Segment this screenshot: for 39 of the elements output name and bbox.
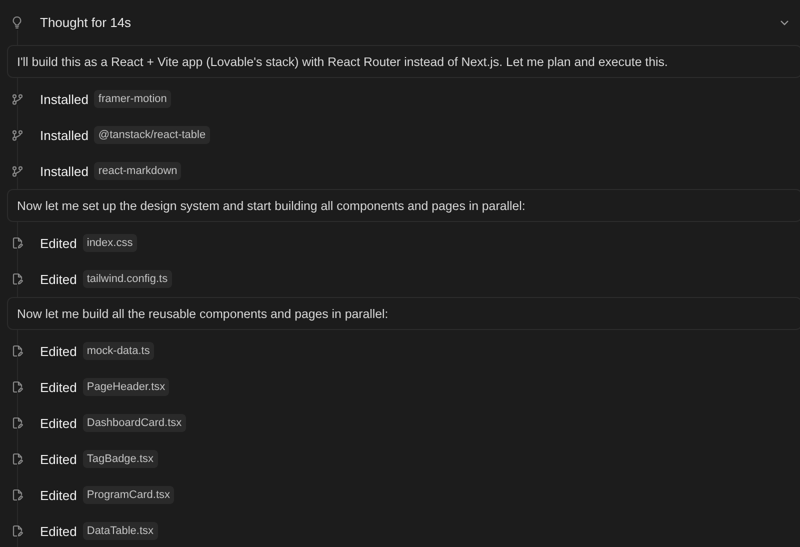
file-edit-icon — [12, 345, 23, 357]
step-label: Edited — [40, 452, 77, 466]
branch-icon — [12, 130, 23, 140]
lightbulb-icon — [12, 16, 22, 29]
file-chip[interactable]: @tanstack/react-table — [94, 126, 210, 144]
thought-toggle[interactable]: Thought for 14s — [40, 15, 132, 30]
file-edit-icon — [12, 273, 23, 285]
file-edit-icon — [12, 489, 23, 501]
file-edit-icon — [12, 453, 23, 465]
step-label: Installed — [40, 164, 88, 178]
file-edit-icon — [12, 381, 23, 393]
message-text: Now let me build all the reusable components and pages in parallel: — [17, 306, 388, 320]
file-chip[interactable]: DataTable.tsx — [82, 522, 158, 540]
file-chip[interactable]: framer-motion — [94, 90, 171, 108]
file-chip[interactable]: mock-data.ts — [82, 342, 154, 360]
step-label: Edited — [40, 488, 77, 502]
branch-icon — [12, 94, 23, 104]
step-label: Installed — [40, 92, 88, 106]
file-chip[interactable]: react-markdown — [94, 162, 182, 180]
message-text: I'll build this as a React + Vite app (Lovable's stack) with React Router instead of Next.js. Let me plan and execute this. — [17, 54, 668, 68]
step-label: Installed — [40, 128, 88, 142]
file-edit-icon — [12, 237, 23, 249]
step-label: Edited — [40, 380, 77, 394]
step-label: Edited — [40, 416, 77, 430]
step-label: Edited — [40, 524, 77, 538]
file-chip[interactable]: TagBadge.tsx — [82, 450, 158, 468]
step-label: Edited — [40, 272, 77, 286]
step-label: Edited — [40, 344, 77, 358]
file-chip[interactable]: ProgramCard.tsx — [82, 486, 174, 504]
file-edit-icon — [12, 525, 23, 537]
file-chip[interactable]: DashboardCard.tsx — [82, 414, 186, 432]
file-edit-icon — [12, 417, 23, 429]
step-label: Edited — [40, 236, 77, 250]
message-text: Now let me set up the design system and start building all components and pages in parallel: — [17, 198, 526, 212]
file-chip[interactable]: tailwind.config.ts — [82, 270, 172, 288]
branch-icon — [12, 166, 23, 176]
file-chip[interactable]: PageHeader.tsx — [82, 378, 170, 396]
file-chip[interactable]: index.css — [82, 234, 137, 252]
chevron-down-icon[interactable] — [780, 20, 789, 26]
